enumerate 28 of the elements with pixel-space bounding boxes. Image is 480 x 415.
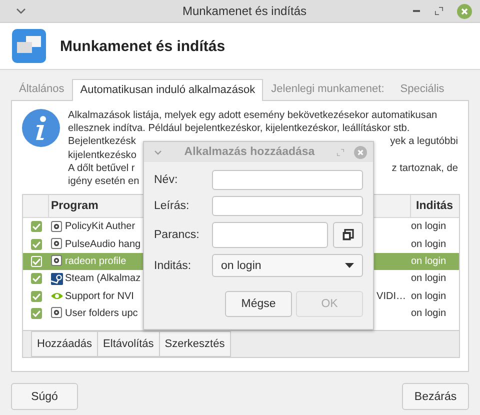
program-name: PulseAudio hang xyxy=(65,238,141,250)
description-text: igény esetén en xyxy=(68,175,140,188)
description-text: A dőlt betűvel r xyxy=(68,162,135,176)
start-cell-text: on login xyxy=(410,306,448,321)
description-text: z tartoznak, de xyxy=(392,162,458,176)
description-text: yek a legutóbbi xyxy=(390,135,458,149)
start-cell-text: on login xyxy=(410,254,448,269)
program-name: VIDI… xyxy=(376,290,406,302)
field-label: Név: xyxy=(154,174,179,186)
program-name: radeon profile xyxy=(65,256,126,267)
window-title: Munkamenet és indítás xyxy=(181,4,308,18)
description-text: ellesznek indítva. Például bejelentkezéskor, kijelentkezéskor, leállításkor stb. xyxy=(68,122,410,136)
program-name: Steam (Alkalmaz xyxy=(65,273,141,284)
start-cell-text: on login xyxy=(410,220,448,234)
dialog-heading: Munkamenet és indítás xyxy=(60,38,226,54)
field-label: Parancs: xyxy=(154,229,200,241)
field-label: Leírás: xyxy=(154,200,190,212)
start-cell-text: on login xyxy=(410,272,448,286)
program-name: Support for NVI xyxy=(65,290,134,302)
field-label: Inditás: xyxy=(154,260,192,272)
description-text: kijelentkezésko xyxy=(68,148,136,162)
description-text: Bejelentkezésk xyxy=(68,135,136,149)
program-name: User folders upc xyxy=(65,308,138,319)
start-cell-text: on login xyxy=(410,238,448,252)
program-name: PolicyKit Auther xyxy=(65,221,136,232)
dialog-title: Alkalmazás hozzáadása xyxy=(183,146,316,158)
start-cell-text: on login xyxy=(410,290,448,304)
description-text: Alkalmazások listája, melyek egy adott esemény bekövetkezésekor automatikusan xyxy=(68,109,438,122)
